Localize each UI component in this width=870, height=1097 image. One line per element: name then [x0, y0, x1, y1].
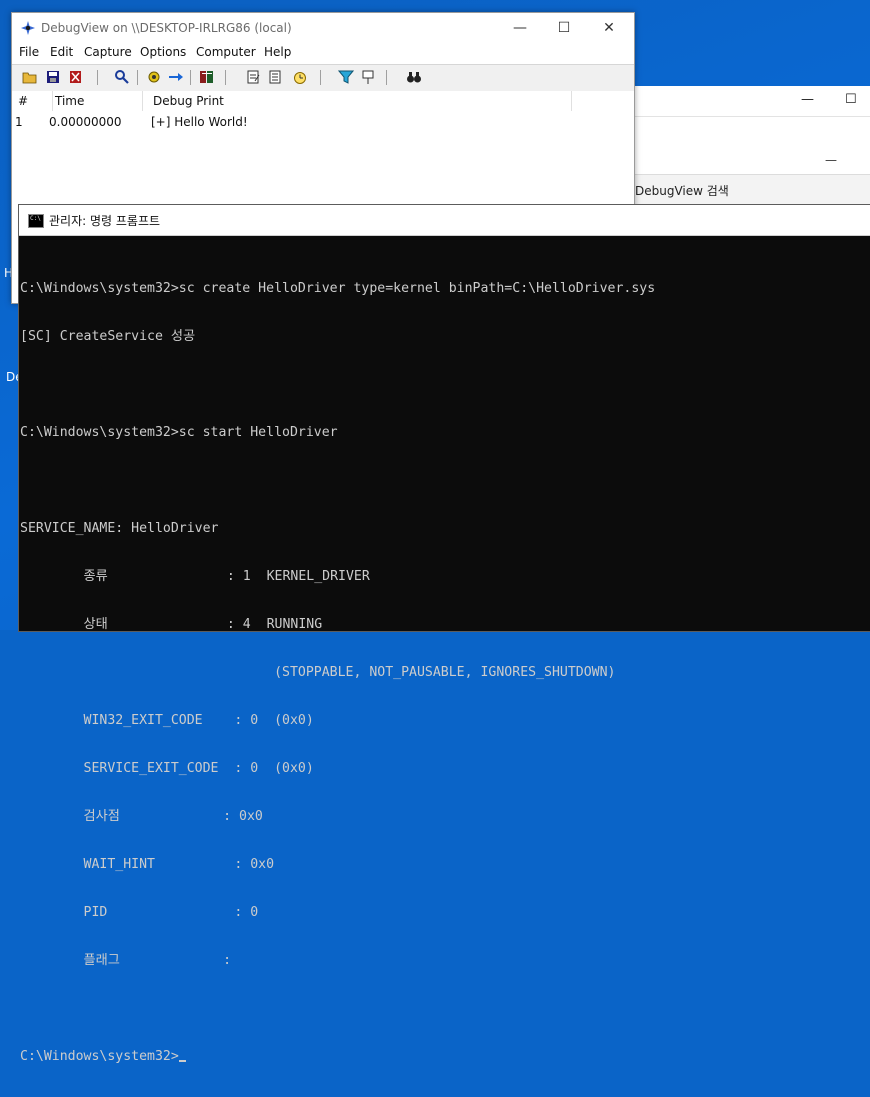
- menu-edit[interactable]: Edit: [50, 45, 73, 59]
- terminal-prompt: C:\Windows\system32>: [20, 1049, 179, 1064]
- text-cursor: [178, 1060, 186, 1062]
- cmd-title: 관리자: 명령 프롬프트: [49, 214, 161, 228]
- row-time: 0.00000000: [49, 115, 122, 129]
- terminal-line: 플래그 :: [20, 953, 232, 968]
- terminal-line: ​: [20, 377, 870, 393]
- background-search-text[interactable]: DebugView 검색: [635, 182, 729, 199]
- toolbar-separator: [137, 70, 138, 85]
- menu-capture[interactable]: Capture: [84, 45, 132, 59]
- find-icon[interactable]: [114, 69, 130, 85]
- open-icon[interactable]: [22, 69, 38, 85]
- background-window-titlebar[interactable]: — ☐: [633, 86, 870, 116]
- debugview-title: DebugView on \\DESKTOP-IRLRG86 (local): [41, 21, 292, 35]
- toolbar-separator: [320, 70, 321, 85]
- background-minimize-button[interactable]: —: [801, 92, 814, 107]
- menu-computer[interactable]: Computer: [196, 45, 256, 59]
- pin-icon[interactable]: [360, 69, 376, 85]
- debugview-minimize-button[interactable]: —: [498, 17, 542, 39]
- background-maximize-button[interactable]: ☐: [845, 92, 857, 107]
- terminal-line: C:\Windows\system32>sc start HelloDriver: [20, 425, 338, 440]
- menu-file[interactable]: File: [19, 45, 39, 59]
- clock-icon[interactable]: [292, 69, 308, 85]
- log-icon[interactable]: [199, 69, 215, 85]
- cmd-titlebar[interactable]: 관리자: 명령 프롬프트: [19, 205, 870, 236]
- row-message: [+] Hello World!: [151, 115, 248, 129]
- debugview-close-button[interactable]: ✕: [587, 17, 631, 39]
- save-icon[interactable]: [45, 69, 61, 85]
- terminal-line: SERVICE_NAME: HelloDriver: [20, 521, 219, 536]
- terminal-output[interactable]: C:\Windows\system32>sc create HelloDrive…: [20, 249, 870, 1097]
- terminal-line: SERVICE_EXIT_CODE : 0 (0x0): [20, 761, 314, 776]
- toolbar-separator: [190, 70, 191, 85]
- terminal-line: ​: [20, 1001, 870, 1017]
- background-ribbon-minimize[interactable]: —: [825, 153, 837, 167]
- terminal-line: [SC] CreateService 성공: [20, 329, 196, 344]
- terminal-line: WAIT_HINT : 0x0: [20, 857, 275, 872]
- debugview-menubar: File Edit Capture Options Computer Help: [12, 43, 634, 63]
- terminal-line: (STOPPABLE, NOT_PAUSABLE, IGNORES_SHUTDO…: [20, 665, 616, 680]
- terminal-line: 검사점 : 0x0: [20, 809, 263, 824]
- menu-options[interactable]: Options: [140, 45, 186, 59]
- terminal-line: WIN32_EXIT_CODE : 0 (0x0): [20, 713, 314, 728]
- clear-icon[interactable]: [68, 69, 84, 85]
- background-window-ribbon: —: [633, 116, 870, 175]
- column-header-number[interactable]: #: [12, 91, 53, 111]
- toolbar-separator: [225, 70, 226, 85]
- toolbar-separator: [386, 70, 387, 85]
- highlight-icon[interactable]: [268, 69, 284, 85]
- terminal-line: ​: [20, 473, 870, 489]
- debugview-titlebar[interactable]: DebugView on \\DESKTOP-IRLRG86 (local) —…: [12, 13, 634, 43]
- debugview-maximize-button[interactable]: ☐: [542, 17, 586, 39]
- background-window[interactable]: — ☐ — DebugView 검색: [632, 86, 870, 207]
- terminal-prompt-line[interactable]: C:\Windows\system32>: [20, 1049, 870, 1065]
- menu-help[interactable]: Help: [264, 45, 291, 59]
- terminal-line: 종류 : 1 KERNEL_DRIVER: [20, 569, 370, 584]
- funnel-icon[interactable]: [338, 69, 354, 85]
- terminal-line: C:\Windows\system32>sc create HelloDrive…: [20, 281, 656, 296]
- terminal-line: PID : 0: [20, 905, 259, 920]
- toolbar-separator: [97, 70, 98, 85]
- row-number: 1: [15, 115, 23, 129]
- command-prompt-window[interactable]: 관리자: 명령 프롬프트 C:\Windows\system32>sc crea…: [18, 204, 870, 1064]
- debugview-toolbar: [12, 64, 634, 92]
- column-header-time[interactable]: Time: [53, 91, 143, 111]
- capture-icon[interactable]: [146, 69, 162, 85]
- arrow-right-icon[interactable]: [168, 69, 184, 85]
- column-header-debug-print[interactable]: Debug Print: [149, 91, 572, 111]
- terminal-line: 상태 : 4 RUNNING: [20, 617, 323, 632]
- debugview-app-icon: [21, 21, 35, 35]
- binoculars-icon[interactable]: [406, 69, 422, 85]
- filter-icon[interactable]: [246, 69, 262, 85]
- cmd-app-icon: [28, 214, 44, 228]
